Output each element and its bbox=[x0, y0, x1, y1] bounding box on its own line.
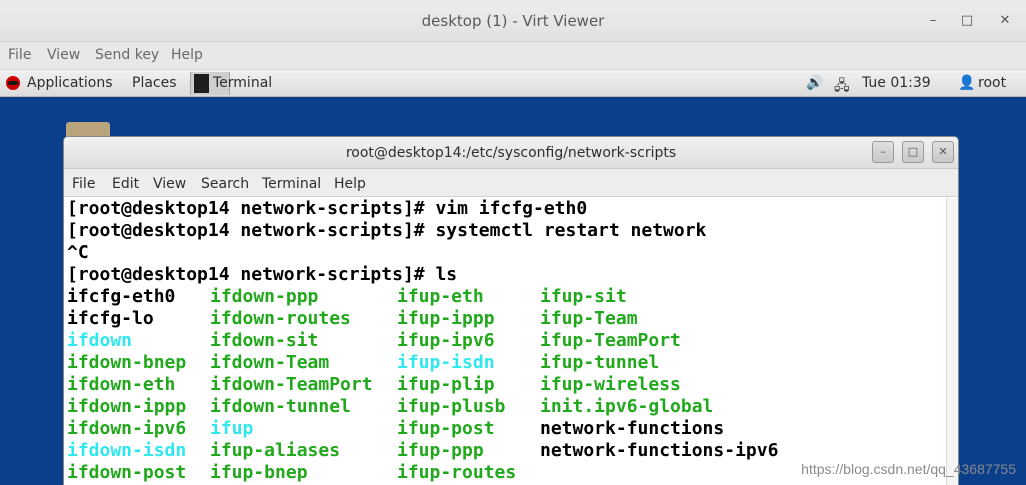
viewer-menubar: File View Send key Help bbox=[0, 42, 1026, 70]
ls-entry: ifdown-ppp bbox=[210, 286, 319, 307]
ls-entry: ifup-Team bbox=[540, 308, 638, 329]
ls-entry: ifup bbox=[210, 418, 254, 439]
terminal-maximize-icon[interactable]: □ bbox=[902, 141, 924, 163]
ls-entry: ifup-ppp bbox=[397, 440, 484, 461]
terminal-menu-file[interactable]: File bbox=[72, 176, 95, 192]
taskbar-terminal-label[interactable]: Terminal bbox=[213, 75, 272, 91]
terminal-menubar: File Edit View Search Terminal Help bbox=[64, 169, 958, 197]
terminal-scrollbar[interactable] bbox=[946, 198, 958, 485]
watermark: https://blog.csdn.net/qq_43687755 bbox=[801, 461, 1016, 477]
terminal-output[interactable]: [root@desktop14 network-scripts]# vim if… bbox=[67, 198, 947, 485]
ls-entry: ifup-isdn bbox=[397, 352, 495, 373]
places-menu[interactable]: Places bbox=[132, 75, 177, 91]
ls-entry: ifcfg-lo bbox=[67, 308, 154, 329]
terminal-line: ^C bbox=[67, 242, 89, 263]
user-menu[interactable]: root bbox=[978, 75, 1006, 91]
ls-entry: ifup-ippp bbox=[397, 308, 495, 329]
viewer-menu-send-key[interactable]: Send key bbox=[95, 47, 159, 63]
viewer-menu-help[interactable]: Help bbox=[171, 47, 203, 63]
ls-entry: ifup-plusb bbox=[397, 396, 506, 417]
ls-entry: ifdown-ippp bbox=[67, 396, 187, 417]
ls-entry: network-functions bbox=[540, 418, 725, 439]
terminal-menu-search[interactable]: Search bbox=[201, 176, 249, 192]
terminal-window: root@desktop14:/etc/sysconfig/network-sc… bbox=[63, 136, 959, 485]
clock[interactable]: Tue 01:39 bbox=[862, 75, 931, 91]
volume-icon[interactable]: 🔊 bbox=[806, 75, 823, 91]
ls-entry: ifdown-eth bbox=[67, 374, 176, 395]
ls-entry: ifdown-isdn bbox=[67, 440, 187, 461]
terminal-close-icon[interactable]: ✕ bbox=[932, 141, 954, 163]
terminal-line: [root@desktop14 network-scripts]# ls bbox=[67, 264, 458, 285]
ls-entry: ifdown-bnep bbox=[67, 352, 187, 373]
ls-entry: network-functions-ipv6 bbox=[540, 440, 779, 461]
viewer-title: desktop (1) - Virt Viewer bbox=[421, 12, 605, 30]
ls-entry: ifup-bnep bbox=[210, 462, 308, 483]
ls-entry: ifdown-sit bbox=[210, 330, 319, 351]
terminal-line: [root@desktop14 network-scripts]# vim if… bbox=[67, 198, 588, 219]
terminal-title: root@desktop14:/etc/sysconfig/network-sc… bbox=[345, 145, 677, 161]
ls-entry: ifup-routes bbox=[397, 462, 517, 483]
ls-entry: ifdown-TeamPort bbox=[210, 374, 373, 395]
ls-entry: ifup-wireless bbox=[540, 374, 681, 395]
terminal-menu-view[interactable]: View bbox=[153, 176, 186, 192]
redhat-logo-icon bbox=[6, 76, 20, 90]
terminal-menu-help[interactable]: Help bbox=[334, 176, 366, 192]
ls-entry: ifdown-routes bbox=[210, 308, 351, 329]
viewer-titlebar: desktop (1) - Virt Viewer – □ ✕ bbox=[0, 0, 1026, 42]
terminal-menu-terminal[interactable]: Terminal bbox=[262, 176, 321, 192]
ls-entry: ifup-eth bbox=[397, 286, 484, 307]
viewer-menu-view[interactable]: View bbox=[47, 47, 80, 63]
ls-entry: ifup-tunnel bbox=[540, 352, 660, 373]
applications-menu[interactable]: Applications bbox=[27, 75, 113, 91]
close-icon[interactable]: ✕ bbox=[996, 12, 1014, 30]
network-icon[interactable]: 🖧 bbox=[834, 75, 850, 99]
ls-entry: ifup-TeamPort bbox=[540, 330, 681, 351]
ls-entry: ifup-aliases bbox=[210, 440, 341, 461]
ls-entry: ifcfg-eth0 bbox=[67, 286, 176, 307]
gnome-topbar: Applications Places Terminal 🔊 🖧 Tue 01:… bbox=[0, 70, 1026, 97]
minimize-icon[interactable]: – bbox=[924, 12, 942, 30]
terminal-line: [root@desktop14 network-scripts]# system… bbox=[67, 220, 707, 241]
ls-entry: init.ipv6-global bbox=[540, 396, 714, 417]
viewer-menu-file[interactable]: File bbox=[8, 47, 31, 63]
ls-entry: ifdown bbox=[67, 330, 133, 351]
terminal-titlebar[interactable]: root@desktop14:/etc/sysconfig/network-sc… bbox=[64, 137, 958, 169]
guest-desktop: Applications Places Terminal 🔊 🖧 Tue 01:… bbox=[0, 70, 1026, 485]
ls-entry: ifup-post bbox=[397, 418, 495, 439]
ls-entry: ifdown-ipv6 bbox=[67, 418, 187, 439]
ls-entry: ifup-ipv6 bbox=[397, 330, 495, 351]
ls-entry: ifup-plip bbox=[397, 374, 495, 395]
ls-entry: ifdown-post bbox=[67, 462, 187, 483]
terminal-icon bbox=[194, 74, 209, 93]
terminal-minimize-icon[interactable]: – bbox=[872, 141, 894, 163]
ls-entry: ifdown-Team bbox=[210, 352, 330, 373]
maximize-icon[interactable]: □ bbox=[958, 12, 976, 30]
ls-entry: ifdown-tunnel bbox=[210, 396, 351, 417]
ls-entry: ifup-sit bbox=[540, 286, 627, 307]
terminal-menu-edit[interactable]: Edit bbox=[112, 176, 139, 192]
user-icon[interactable]: 👤 bbox=[958, 75, 975, 91]
